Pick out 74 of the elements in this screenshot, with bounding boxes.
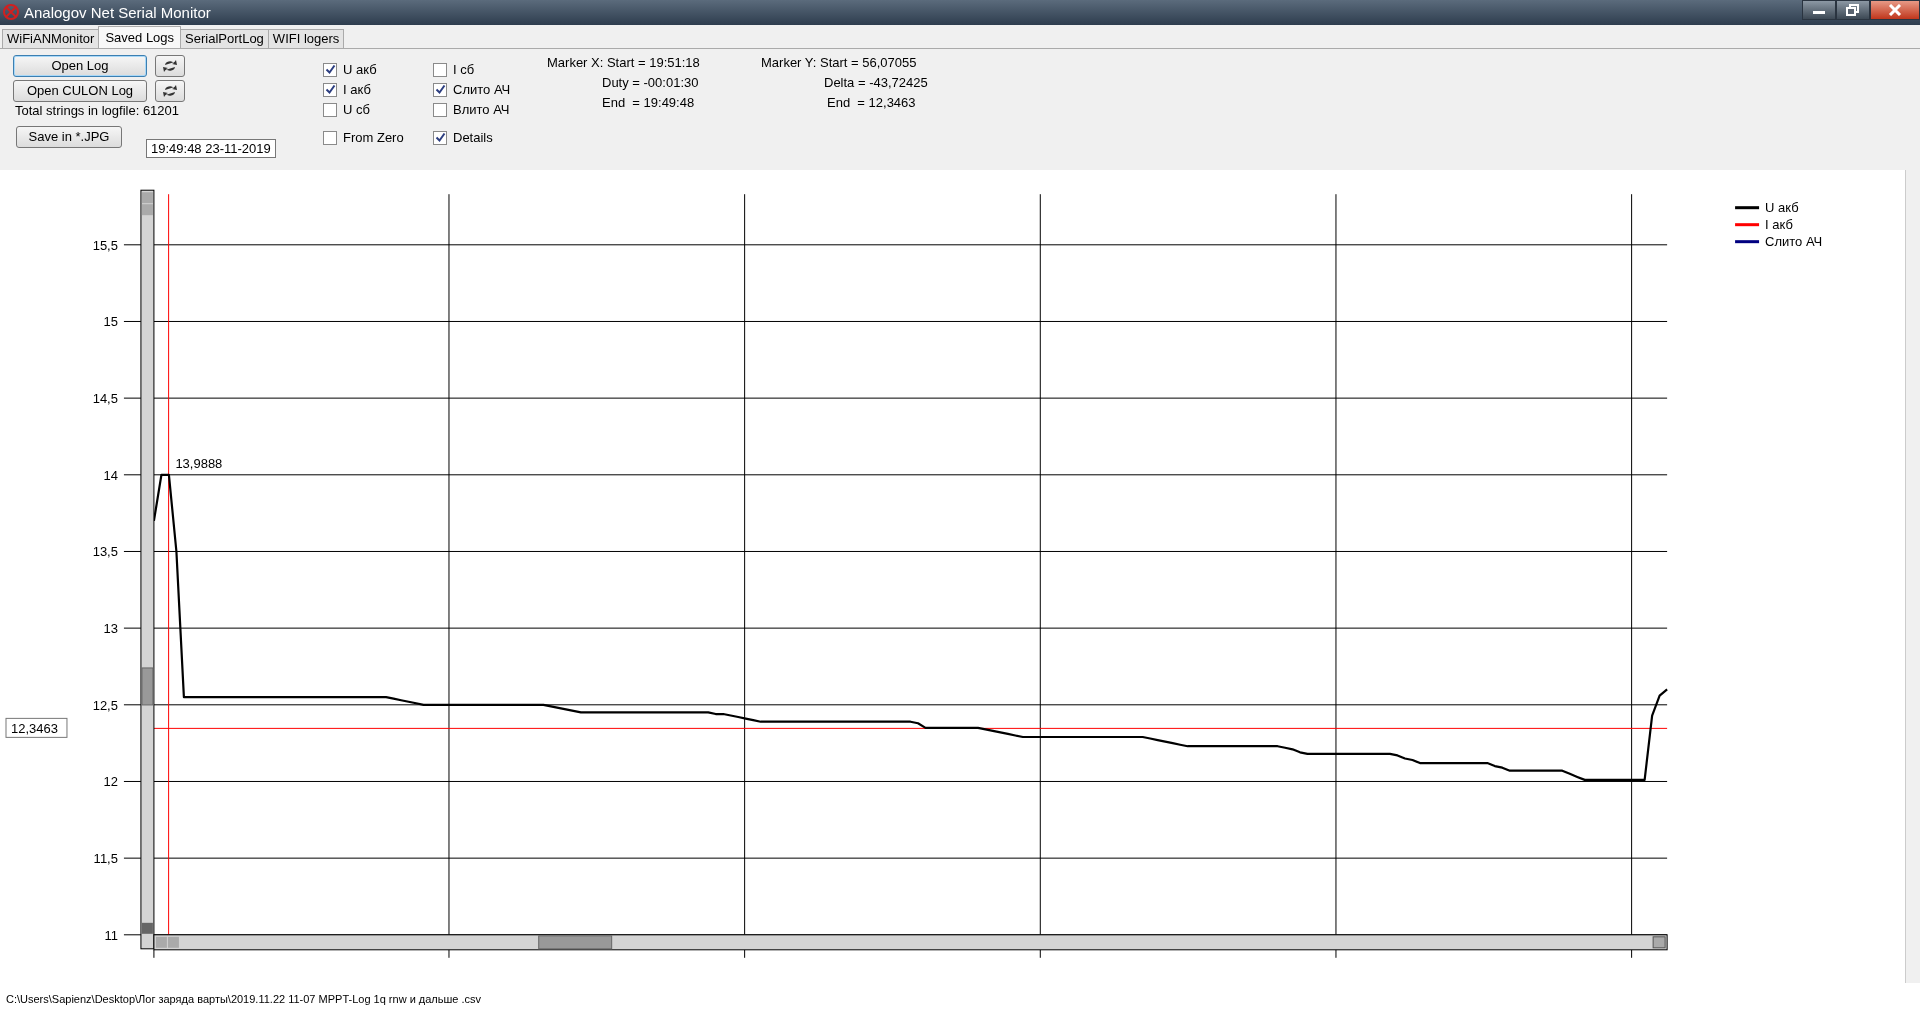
y-tick-label: 12 <box>103 774 118 790</box>
check-icon <box>434 84 446 96</box>
y-tick-label: 11,5 <box>93 851 118 867</box>
reload-button[interactable] <box>155 79 185 102</box>
scrollbar-thumb[interactable] <box>538 935 613 950</box>
legend-label: U акб <box>1765 200 1799 216</box>
marker-time-field: 19:49:48 23-11-2019 <box>146 138 276 158</box>
x-tick <box>1039 949 1041 959</box>
marker-y-text: Delta = -43,72425 <box>823 74 928 90</box>
tab[interactable]: SerialPortLog <box>180 28 269 48</box>
legend-label: Слито АЧ <box>1765 234 1823 250</box>
checkbox[interactable]: Влито АЧ <box>433 101 533 117</box>
peak-value-label: 13,9888 <box>175 455 223 471</box>
file-path-text: C:\Users\Sapienz\Desktop\Лог заряда варты\2019.11.22 11-07 MPPT-Log 1q rnw и дальше .csv <box>6 993 482 1006</box>
minimize-button[interactable] <box>1802 0 1836 20</box>
legend-label: I акб <box>1765 217 1793 233</box>
restore-button[interactable] <box>1836 0 1870 20</box>
y-tick <box>123 244 142 246</box>
x-tick <box>448 949 450 959</box>
tab[interactable]: Saved Logs <box>98 25 182 48</box>
checkbox[interactable]: Details <box>433 129 533 145</box>
tab[interactable]: WiFiANMonitor <box>2 28 100 48</box>
y-tick <box>123 857 142 859</box>
y-tick-label: 15 <box>103 314 118 330</box>
y-tick-label: 14,5 <box>92 391 118 407</box>
check-icon <box>434 132 446 144</box>
marker-x-text: End = 19:49:48 <box>601 94 696 110</box>
x-tick <box>1335 949 1337 959</box>
checkbox[interactable]: U сб <box>323 101 433 117</box>
y-tick <box>123 704 142 706</box>
x-tick <box>153 949 155 959</box>
vertical-scrollbar[interactable] <box>140 189 155 950</box>
close-button[interactable] <box>1870 0 1920 20</box>
window-title: Analogov Net Serial Monitor <box>24 3 211 21</box>
open-culon-log-button[interactable]: Open CULON Log <box>13 79 147 102</box>
marker-value-label: 12,3463 <box>5 717 68 738</box>
save-jpg-button[interactable]: Save in *.JPG <box>16 125 122 148</box>
app-icon <box>2 3 20 22</box>
y-tick <box>123 321 142 323</box>
x-tick <box>744 949 746 959</box>
refresh-icon <box>162 83 178 98</box>
reload-button[interactable] <box>155 54 185 77</box>
refresh-icon <box>162 58 178 73</box>
checkbox[interactable]: I акб <box>323 81 433 97</box>
y-tick <box>123 551 142 553</box>
marker-y-text: Marker Y: Start = 56,07055 <box>761 54 918 70</box>
marker-x-text: Duty = -00:01:30 <box>601 74 700 90</box>
scrollbar-thumb[interactable] <box>141 667 154 706</box>
marker-y-text: End = 12,3463 <box>826 94 917 110</box>
y-tick <box>123 934 142 936</box>
y-tick <box>123 397 142 399</box>
restore-icon <box>1846 4 1860 16</box>
check-icon <box>324 64 336 76</box>
y-tick <box>123 781 142 783</box>
checkbox[interactable]: Слито АЧ <box>433 81 533 97</box>
marker-x-text: Marker X: Start = 19:51:18 <box>547 54 701 70</box>
x-tick <box>1631 949 1633 959</box>
y-tick-label: 12,5 <box>92 697 118 713</box>
y-tick-label: 11 <box>104 927 118 943</box>
y-tick-label: 15,5 <box>92 237 118 253</box>
y-tick-label: 13,5 <box>92 544 118 560</box>
checkbox[interactable]: U акб <box>323 61 433 77</box>
y-tick <box>123 627 142 629</box>
open-log-button[interactable]: Open Log <box>13 54 147 77</box>
y-tick <box>123 474 142 476</box>
checkbox[interactable]: From Zero <box>323 129 433 145</box>
y-tick-label: 14 <box>103 467 118 483</box>
tab[interactable]: WIFI logers <box>267 28 345 48</box>
checkbox[interactable]: I сб <box>433 61 533 77</box>
horizontal-scrollbar[interactable] <box>153 934 1668 951</box>
close-icon <box>1888 4 1902 16</box>
y-tick-label: 13 <box>103 621 118 637</box>
total-strings-text: Total strings in logfile: 61201 <box>14 102 181 118</box>
check-icon <box>324 84 336 96</box>
